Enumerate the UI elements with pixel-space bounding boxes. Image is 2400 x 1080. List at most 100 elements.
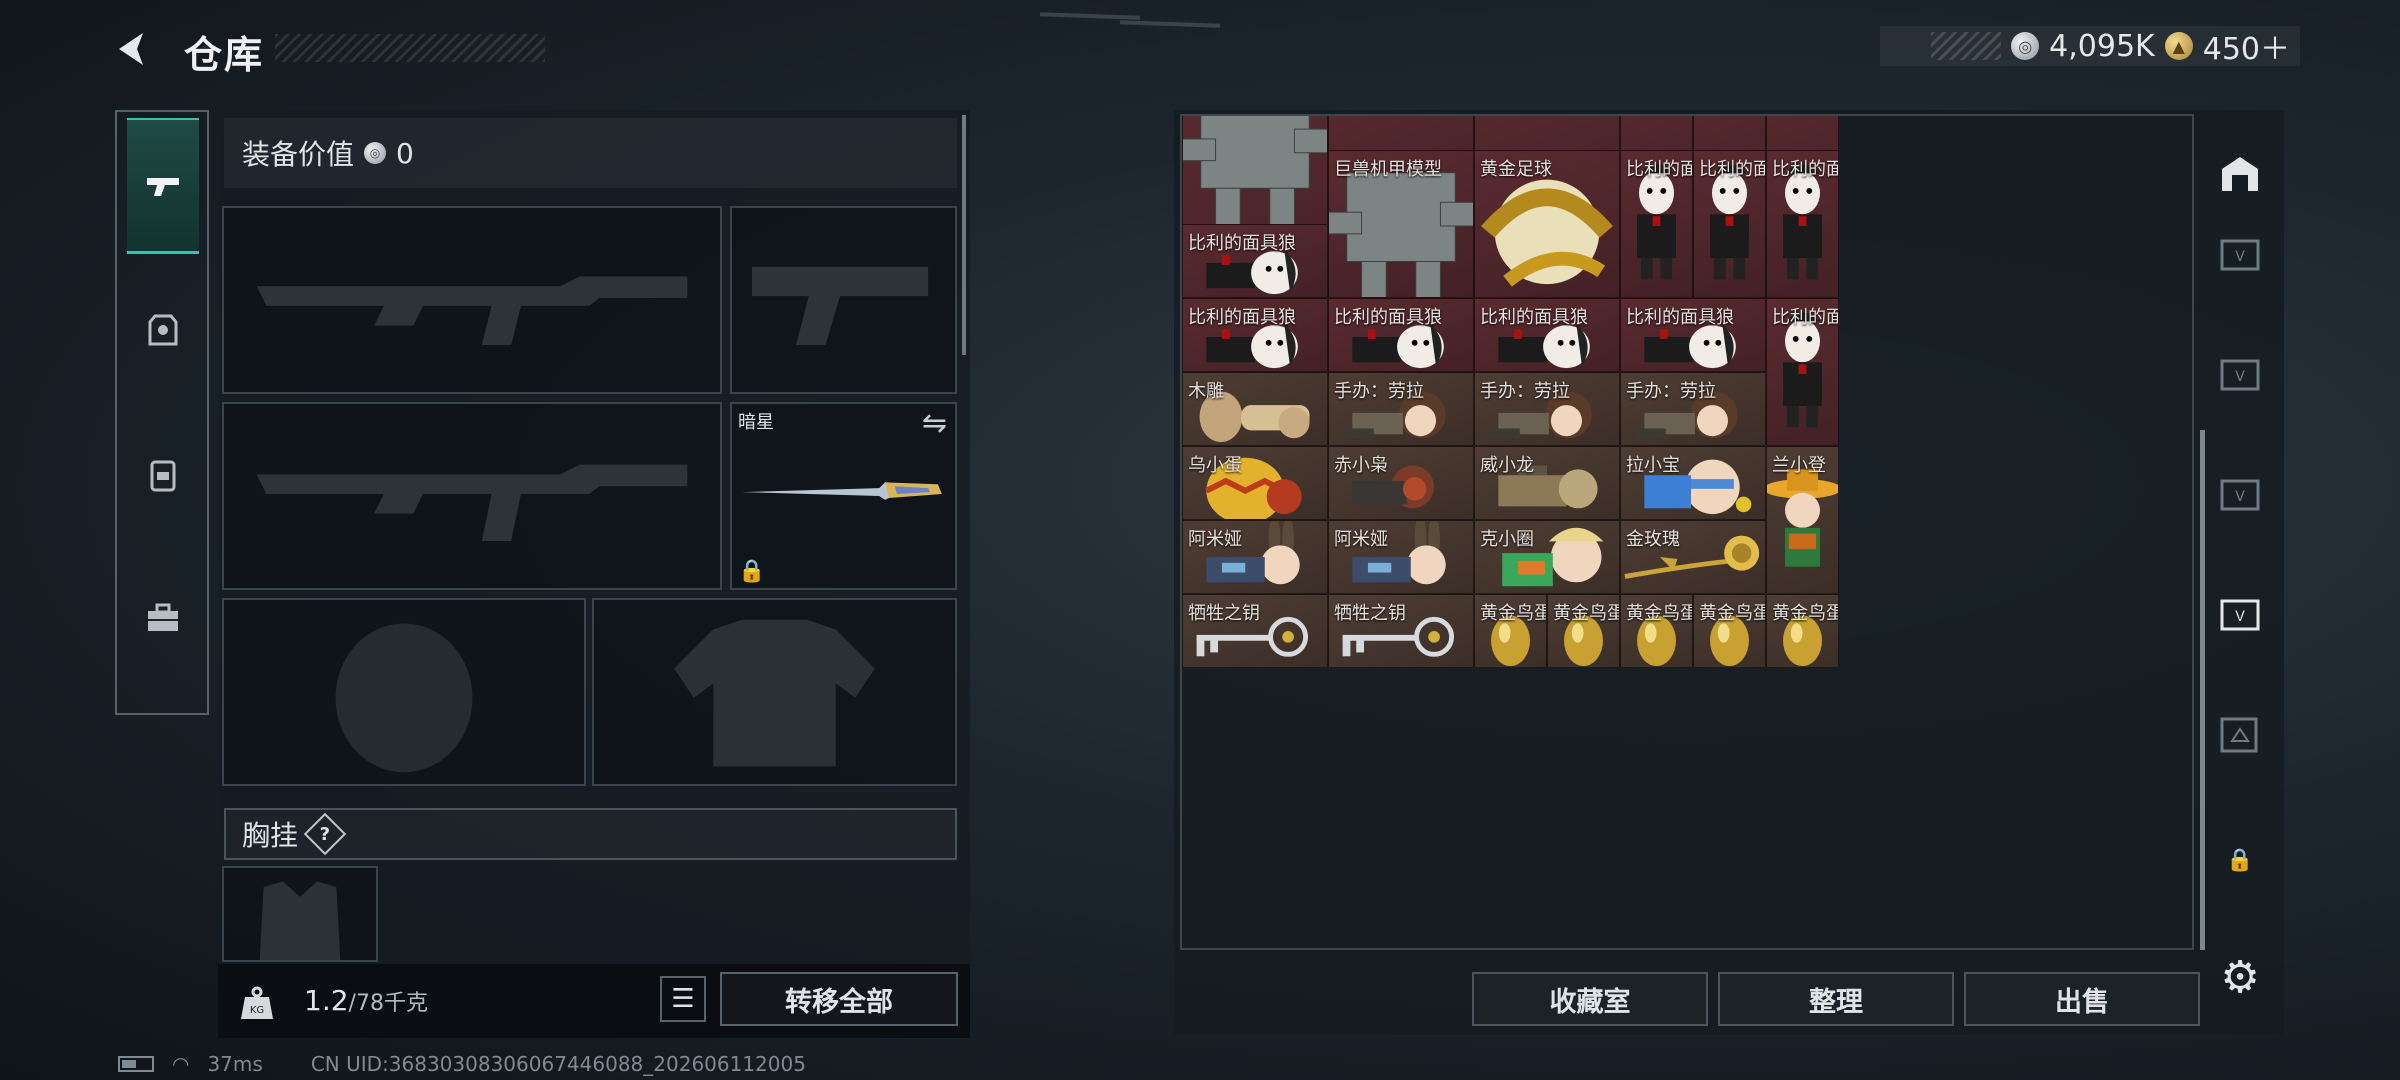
storage-item-gold-egg[interactable]: 黄金鸟蛋 bbox=[1693, 594, 1766, 668]
body-armor-slot[interactable] bbox=[592, 598, 957, 786]
equipment-panel: 装备价值 ◎ 0 暗星 ⇋ 🔒 胸挂 ? KG 1.2/78千克 ☰ 转移全部 bbox=[218, 110, 970, 1038]
warehouse-tab[interactable] bbox=[2215, 150, 2265, 200]
collection-room-button[interactable]: 收藏室 bbox=[1472, 972, 1708, 1026]
chest-rig-label: 胸挂 bbox=[242, 819, 299, 852]
svg-text:V: V bbox=[2235, 249, 2245, 265]
storage-item-carving[interactable]: 木雕 bbox=[1182, 372, 1328, 446]
item-name: 比利的面… bbox=[1772, 159, 1838, 180]
primary-weapon-slot[interactable] bbox=[222, 206, 722, 394]
helmet-silhouette-icon bbox=[335, 623, 473, 773]
item-name: 比利的面具狼 bbox=[1188, 233, 1296, 254]
item-name: 克小圈 bbox=[1480, 529, 1534, 550]
organize-button[interactable]: 整理 bbox=[1718, 972, 1954, 1026]
item-name: 巨兽机甲模型 bbox=[1334, 159, 1442, 180]
storage-item-mech[interactable]: 巨兽机甲模型 bbox=[1328, 150, 1474, 298]
helmet-slot[interactable] bbox=[222, 598, 586, 786]
settings-button[interactable]: ⚙ bbox=[2215, 952, 2265, 1003]
svg-text:V: V bbox=[2235, 489, 2245, 505]
item-name: 赤小枭 bbox=[1334, 455, 1388, 476]
chest-rig-slot[interactable] bbox=[222, 866, 378, 962]
storage-item-figure-blue[interactable]: 拉小宝 bbox=[1620, 446, 1766, 520]
storage-item-rose[interactable]: 金玫瑰 bbox=[1620, 520, 1766, 594]
storage-item-lara[interactable]: 手办：劳拉 bbox=[1474, 372, 1620, 446]
locked-tab[interactable]: 🔒 bbox=[2215, 835, 2265, 885]
storage-tab-2[interactable]: V bbox=[2215, 350, 2265, 400]
gold-coin-icon: ▲ bbox=[2164, 32, 2193, 60]
storage-item-puppet[interactable]: 比利的面… bbox=[1620, 150, 1693, 298]
storage-item-puppet-lying[interactable]: 比利的面具狼 bbox=[1182, 298, 1328, 372]
storage-item-puppet[interactable]: 比利的面… bbox=[1766, 150, 1839, 298]
storage-box-icon: V bbox=[2220, 599, 2260, 631]
secondary-weapon-slot[interactable] bbox=[222, 402, 722, 590]
storage-item-gold-egg[interactable]: 黄金鸟蛋 bbox=[1766, 594, 1839, 668]
storage-box-icon: V bbox=[2220, 359, 2260, 391]
storage-item-ball[interactable]: 黄金足球 bbox=[1474, 150, 1620, 298]
item-name: 比利的面具狼 bbox=[1334, 307, 1442, 328]
help-icon[interactable]: ? bbox=[303, 812, 347, 856]
nav-backpack[interactable] bbox=[127, 406, 199, 542]
storage-tab-1[interactable]: V bbox=[2215, 230, 2265, 280]
storage-item-key[interactable]: 牺牲之钥 bbox=[1328, 594, 1474, 668]
item-name: 兰小登 bbox=[1772, 455, 1826, 476]
equipment-category-nav bbox=[115, 110, 209, 715]
item-name: 黄金鸟蛋 bbox=[1626, 603, 1693, 624]
rifle-silhouette-icon bbox=[256, 464, 688, 542]
back-arrow-icon bbox=[119, 33, 143, 65]
page-title: 仓库 bbox=[184, 33, 265, 77]
storage-item-puppet[interactable]: 比利的面… bbox=[1766, 298, 1839, 446]
storage-item-figure-khaki[interactable]: 威小龙 bbox=[1474, 446, 1620, 520]
sell-button[interactable]: 出售 bbox=[1964, 972, 2200, 1026]
armor-icon bbox=[148, 314, 178, 346]
storage-tab-3[interactable]: V bbox=[2215, 470, 2265, 520]
pistol-silhouette-icon bbox=[751, 266, 929, 346]
item-name: 比利的面具狼 bbox=[1480, 307, 1588, 328]
item-name: 牺牲之钥 bbox=[1188, 603, 1260, 624]
scrollbar[interactable] bbox=[962, 115, 966, 355]
equipment-value-label: 装备价值 bbox=[242, 138, 355, 171]
item-name: 比利的面… bbox=[1626, 159, 1692, 180]
knife-icon bbox=[742, 482, 942, 500]
storage-item-lara[interactable]: 手办：劳拉 bbox=[1620, 372, 1766, 446]
list-icon: ☰ bbox=[671, 984, 695, 1014]
storage-item-puppet-lying[interactable]: 比利的面具狼 bbox=[1620, 298, 1766, 372]
storage-item-gold-egg[interactable]: 黄金鸟蛋 bbox=[1620, 594, 1693, 668]
melee-slot[interactable]: 暗星 ⇋ 🔒 bbox=[730, 402, 957, 590]
storage-item-puppet-lying[interactable]: 比利的面具狼 bbox=[1182, 224, 1328, 298]
weight-capacity: /78千克 bbox=[348, 991, 428, 1016]
nav-toolbox[interactable] bbox=[127, 550, 199, 686]
storage-item-puppet[interactable]: 比利的面… bbox=[1693, 150, 1766, 298]
storage-item-figure-red[interactable]: 赤小枭 bbox=[1328, 446, 1474, 520]
gold-amount[interactable]: 450＋ bbox=[2203, 24, 2290, 68]
storage-box-icon bbox=[2220, 717, 2258, 753]
storage-item-bunny[interactable]: 阿米娅 bbox=[1182, 520, 1328, 594]
carry-weight: 1.2/78千克 bbox=[304, 984, 428, 1017]
storage-item-gold-egg[interactable]: 黄金鸟蛋 bbox=[1547, 594, 1620, 668]
storage-item-puppet-lying[interactable]: 比利的面具狼 bbox=[1474, 298, 1620, 372]
ping: 37ms bbox=[207, 1052, 263, 1076]
silver-amount: 4,095K bbox=[2049, 28, 2155, 64]
storage-tabs: V V V V 🔒 ⚙ bbox=[2195, 120, 2285, 1020]
pistol-slot[interactable] bbox=[730, 206, 957, 394]
item-name: 比利的面具狼 bbox=[1188, 307, 1296, 328]
nav-armor[interactable] bbox=[127, 262, 199, 398]
storage-item-bunny[interactable]: 阿米娅 bbox=[1328, 520, 1474, 594]
storage-item-figure-green[interactable]: 克小圈 bbox=[1474, 520, 1620, 594]
storage-item-lara[interactable]: 手办：劳拉 bbox=[1328, 372, 1474, 446]
move-all-button[interactable]: 转移全部 bbox=[720, 972, 958, 1026]
storage-item-sombrero[interactable]: 兰小登 bbox=[1766, 446, 1839, 594]
toolbox-icon bbox=[148, 603, 178, 631]
storage-tab-5[interactable] bbox=[2215, 710, 2265, 760]
help-glyph: ? bbox=[319, 823, 331, 845]
item-name: 牺牲之钥 bbox=[1334, 603, 1406, 624]
storage-item-egg-figure[interactable]: 乌小蛋 bbox=[1182, 446, 1328, 520]
nav-weapons[interactable] bbox=[127, 118, 199, 254]
storage-item-gold-egg[interactable]: 黄金鸟蛋 bbox=[1474, 594, 1547, 668]
storage-item-key[interactable]: 牺牲之钥 bbox=[1182, 594, 1328, 668]
storage-item-puppet-lying[interactable]: 比利的面具狼 bbox=[1328, 298, 1474, 372]
item-name: 黄金鸟蛋 bbox=[1772, 603, 1839, 624]
item-name: 比利的面… bbox=[1772, 307, 1838, 328]
back-button[interactable] bbox=[110, 26, 156, 72]
list-view-button[interactable]: ☰ bbox=[660, 976, 706, 1022]
storage-tab-4-active[interactable]: V bbox=[2215, 590, 2265, 640]
backpack-icon bbox=[150, 460, 176, 492]
